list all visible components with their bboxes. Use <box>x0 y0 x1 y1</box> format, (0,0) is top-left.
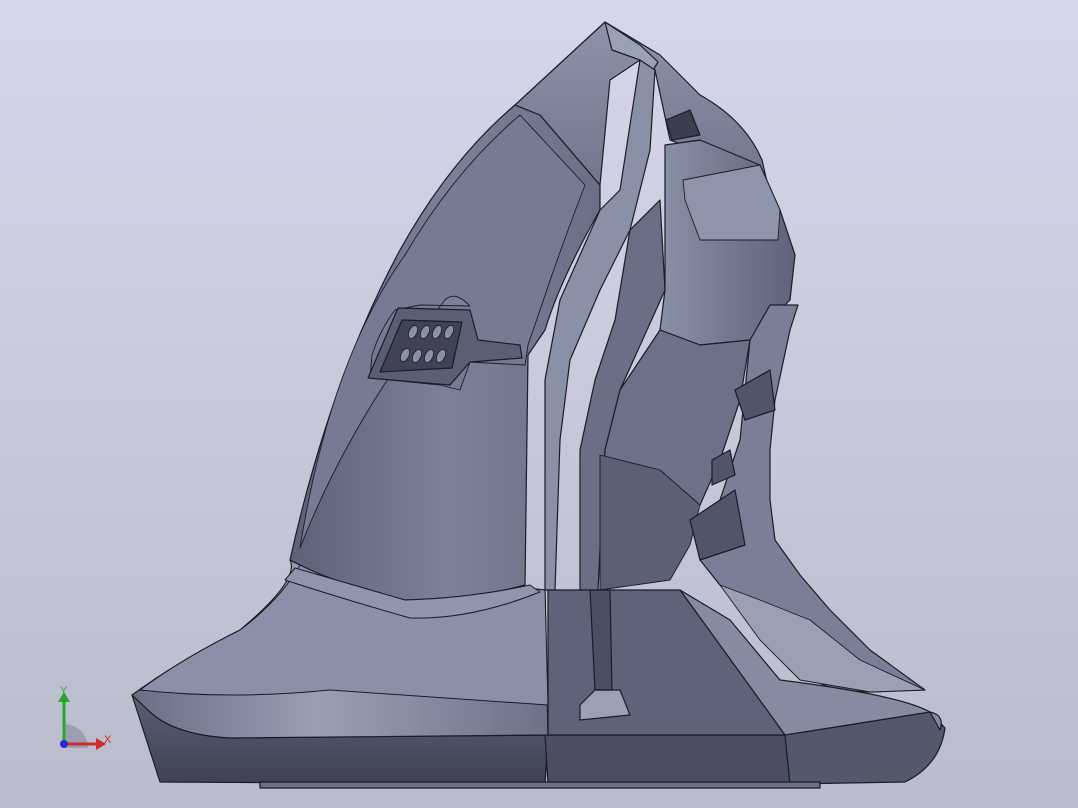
base-foot <box>259 781 821 789</box>
y-axis-label: Y <box>60 685 68 697</box>
base-lower-front <box>544 734 791 785</box>
model-view[interactable]: Y X <box>0 0 1078 808</box>
graphics-viewport[interactable]: Y X <box>0 0 1078 808</box>
z-axis-origin <box>60 740 68 748</box>
x-axis-label: X <box>104 734 112 746</box>
